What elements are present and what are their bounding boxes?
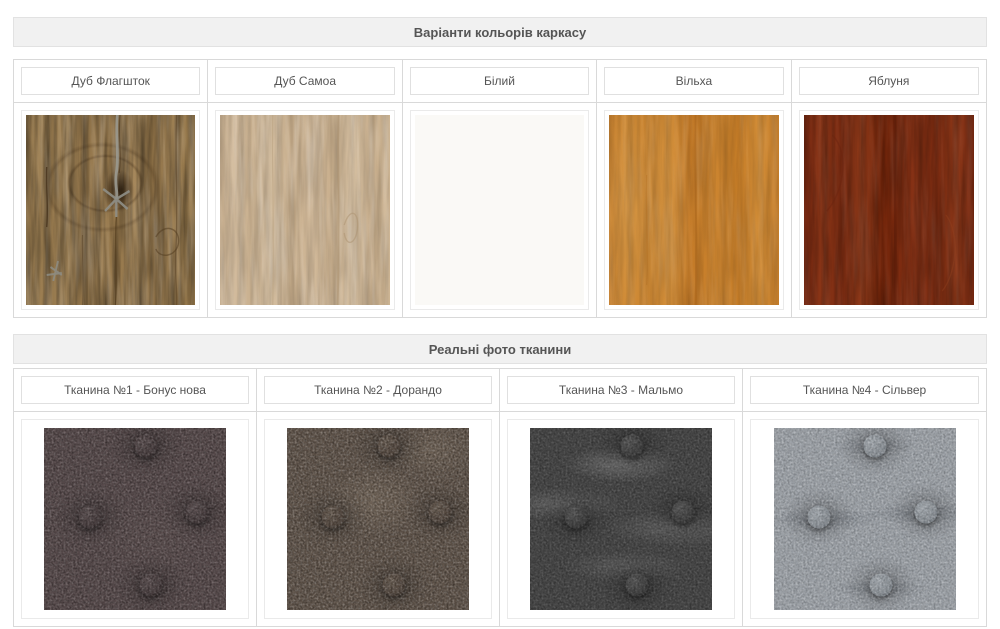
swatch-label-vilha: Вільха <box>604 67 783 95</box>
fabric-label-cell: Тканина №4 - Сільвер <box>743 369 986 412</box>
fabric-image-cell <box>14 412 257 626</box>
swatch-image-yablunya <box>799 110 979 310</box>
swatch-image-bilyi <box>410 110 589 310</box>
swatch-label-yablunya: Яблуня <box>799 67 979 95</box>
swatch-image-dub-flagshtok <box>21 110 200 310</box>
swatch-image-cell <box>208 103 402 317</box>
fabric-photos-title: Реальні фото тканини <box>429 342 572 357</box>
swatch-image-cell <box>597 103 791 317</box>
swatch-label-cell: Яблуня <box>792 60 986 103</box>
swatch-label-cell: Білий <box>403 60 597 103</box>
fabric-image-cell <box>743 412 986 626</box>
fabric-image-cell <box>257 412 500 626</box>
fabric-label-cell: Тканина №1 - Бонус нова <box>14 369 257 412</box>
fabric-photos-title-bar: Реальні фото тканини <box>13 334 987 364</box>
fabric-photos-table: Тканина №1 - Бонус нова Тканина №2 - Дор… <box>13 368 987 627</box>
fabric-label-cell: Тканина №3 - Мальмо <box>500 369 743 412</box>
frame-colors-table: Дуб Флагшток Дуб Самоа Білий Вільха Яблу… <box>13 59 987 318</box>
frame-colors-title-bar: Варіанти кольорів каркасу <box>13 17 987 47</box>
fabric-label-dorando: Тканина №2 - Дорандо <box>264 376 492 404</box>
fabric-image-dorando <box>264 419 492 619</box>
fabric-image-bonus-nova <box>21 419 249 619</box>
swatch-image-vilha <box>604 110 783 310</box>
swatch-label-cell: Дуб Флагшток <box>14 60 208 103</box>
fabric-label-silver: Тканина №4 - Сільвер <box>750 376 979 404</box>
swatch-label-bilyi: Білий <box>410 67 589 95</box>
fabric-image-silver <box>750 419 979 619</box>
frame-colors-title: Варіанти кольорів каркасу <box>414 25 586 40</box>
swatch-image-cell <box>14 103 208 317</box>
fabric-photos-section: Реальні фото тканини Тканина №1 - Бонус … <box>0 334 1000 627</box>
fabric-image-cell <box>500 412 743 626</box>
swatch-image-dub-samoa <box>215 110 394 310</box>
fabric-label-cell: Тканина №2 - Дорандо <box>257 369 500 412</box>
swatch-label-dub-flagshtok: Дуб Флагшток <box>21 67 200 95</box>
swatch-label-cell: Дуб Самоа <box>208 60 402 103</box>
fabric-image-malmo <box>507 419 735 619</box>
swatch-image-cell <box>792 103 986 317</box>
frame-colors-section: Варіанти кольорів каркасу Дуб Флагшток Д… <box>0 17 1000 318</box>
swatch-label-cell: Вільха <box>597 60 791 103</box>
swatch-image-cell <box>403 103 597 317</box>
fabric-label-bonus-nova: Тканина №1 - Бонус нова <box>21 376 249 404</box>
swatch-label-dub-samoa: Дуб Самоа <box>215 67 394 95</box>
fabric-label-malmo: Тканина №3 - Мальмо <box>507 376 735 404</box>
